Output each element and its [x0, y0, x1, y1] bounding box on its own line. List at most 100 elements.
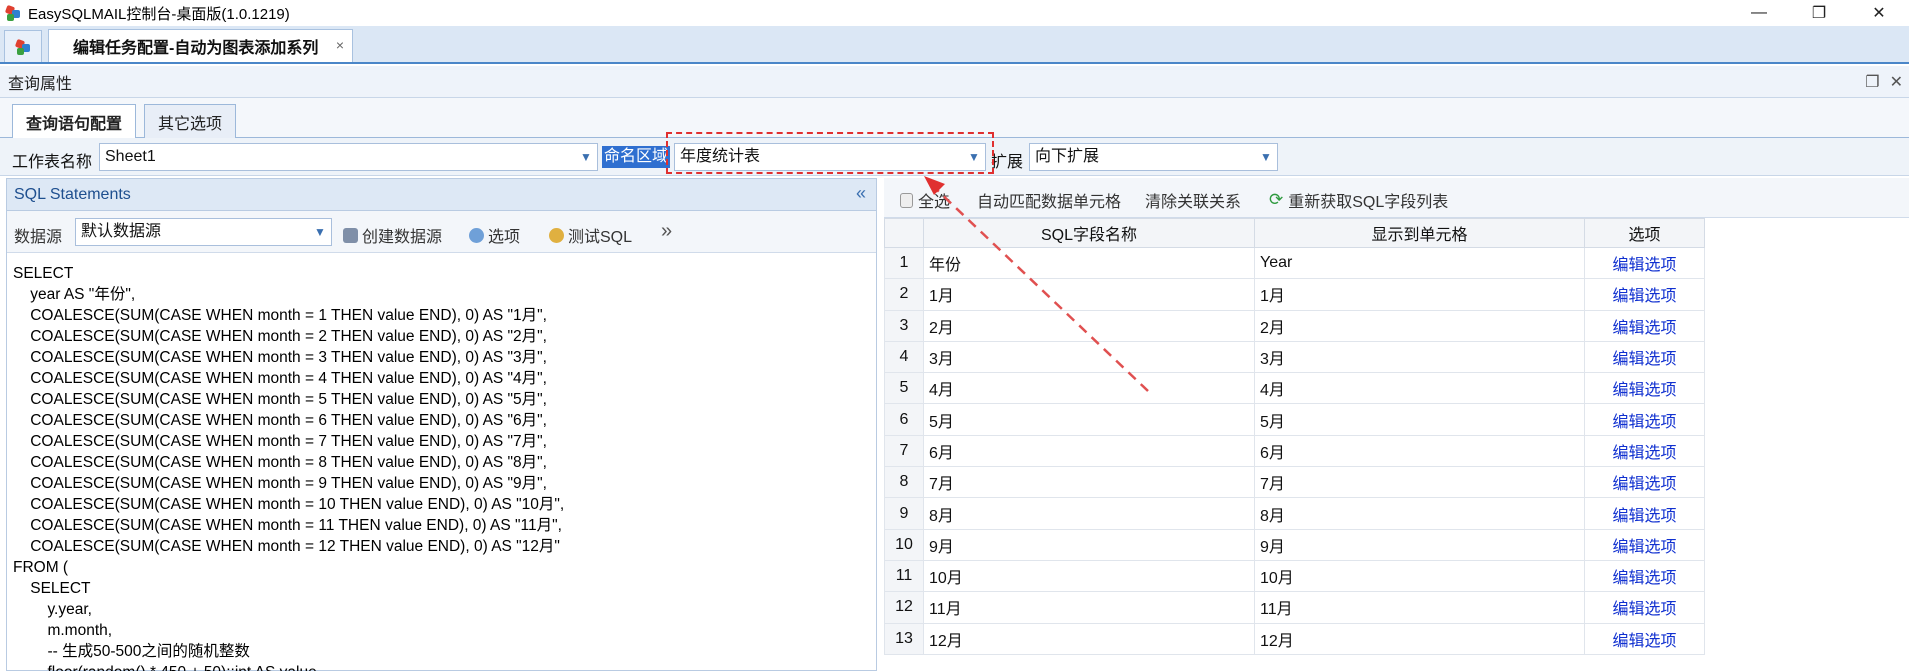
sql-field-cell[interactable]: 9月: [923, 528, 1255, 561]
code-line: -- 生成50-500之间的随机整数: [13, 643, 250, 660]
column-header[interactable]: 选项: [1584, 218, 1705, 248]
test-sql-button[interactable]: 测试SQL: [549, 223, 632, 247]
sql-field-cell[interactable]: 6月: [923, 434, 1255, 468]
target-cell[interactable]: 8月: [1254, 497, 1585, 530]
datasource-select[interactable]: 默认数据源 ▼: [75, 218, 332, 246]
column-header[interactable]: 显示到单元格: [1254, 218, 1585, 248]
close-button[interactable]: ✕: [1849, 0, 1909, 26]
target-cell[interactable]: 12月: [1254, 622, 1585, 655]
target-cell[interactable]: 6月: [1254, 434, 1585, 468]
edit-options-link[interactable]: 编辑选项: [1584, 466, 1705, 499]
window-title: EasySQLMAIL控制台-桌面版(1.0.1219): [28, 5, 290, 23]
row-number-cell: 12: [884, 591, 924, 624]
expand-select[interactable]: 向下扩展 ▼: [1029, 143, 1278, 171]
chevron-down-icon: ▼: [1260, 150, 1272, 164]
edit-options-link[interactable]: 编辑选项: [1584, 278, 1705, 311]
tab-edit-task-config[interactable]: 编辑任务配置-自动为图表添加系列 ×: [48, 29, 353, 62]
collapse-left-icon[interactable]: «: [856, 183, 866, 204]
sql-field-cell[interactable]: 12月: [923, 622, 1255, 655]
panel-close-icon[interactable]: ✕: [1890, 72, 1903, 92]
home-tab[interactable]: [4, 30, 42, 62]
datasource-value: 默认数据源: [81, 223, 162, 240]
target-cell[interactable]: Year: [1254, 246, 1585, 280]
sql-field-cell[interactable]: 2月: [923, 309, 1255, 342]
code-line: SELECT: [13, 265, 74, 282]
column-header[interactable]: SQL字段名称: [923, 218, 1255, 248]
sql-editor[interactable]: SELECT year AS "年份", COALESCE(SUM(CASE W…: [13, 263, 873, 671]
edit-options-link[interactable]: 编辑选项: [1584, 591, 1705, 624]
table-row[interactable]: 1 年份 Year 编辑选项: [884, 246, 1705, 280]
target-cell[interactable]: 3月: [1254, 340, 1585, 374]
row-number-cell: 6: [884, 403, 924, 436]
edit-options-link[interactable]: 编辑选项: [1584, 340, 1705, 374]
table-row[interactable]: 9 8月 8月 编辑选项: [884, 497, 1705, 530]
test-sql-label: 测试SQL: [568, 229, 633, 246]
table-row[interactable]: 7 6月 6月 编辑选项: [884, 434, 1705, 468]
edit-options-link[interactable]: 编辑选项: [1584, 403, 1705, 436]
tab-query-config[interactable]: 查询语句配置: [12, 104, 136, 139]
code-line: y.year,: [13, 601, 92, 618]
row-number-cell: 7: [884, 434, 924, 468]
code-line: COALESCE(SUM(CASE WHEN month = 5 THEN va…: [13, 391, 547, 408]
select-all-button[interactable]: 全选: [900, 188, 950, 212]
sql-field-cell[interactable]: 11月: [923, 591, 1255, 624]
row-number-header: [884, 218, 924, 248]
target-cell[interactable]: 1月: [1254, 278, 1585, 311]
tools-icon: [469, 227, 484, 243]
row-number-cell: 10: [884, 528, 924, 561]
sql-field-cell[interactable]: 5月: [923, 403, 1255, 436]
sql-field-cell[interactable]: 8月: [923, 497, 1255, 530]
table-row[interactable]: 8 7月 7月 编辑选项: [884, 466, 1705, 499]
target-cell[interactable]: 9月: [1254, 528, 1585, 561]
code-line: COALESCE(SUM(CASE WHEN month = 4 THEN va…: [13, 370, 547, 387]
edit-options-link[interactable]: 编辑选项: [1584, 309, 1705, 342]
restore-button[interactable]: ❐: [1789, 0, 1849, 26]
table-row[interactable]: 6 5月 5月 编辑选项: [884, 403, 1705, 436]
code-line: COALESCE(SUM(CASE WHEN month = 7 THEN va…: [13, 433, 547, 450]
table-row[interactable]: 2 1月 1月 编辑选项: [884, 278, 1705, 311]
code-line: COALESCE(SUM(CASE WHEN month = 11 THEN v…: [13, 517, 562, 534]
options-button[interactable]: 选项: [469, 223, 520, 247]
sql-field-cell[interactable]: 3月: [923, 340, 1255, 374]
highlight-box: [666, 132, 994, 174]
edit-options-link[interactable]: 编辑选项: [1584, 622, 1705, 655]
refresh-icon: ⟳: [1269, 190, 1284, 209]
panel-restore-icon[interactable]: ❐: [1865, 72, 1879, 92]
target-cell[interactable]: 7月: [1254, 466, 1585, 499]
row-number-cell: 1: [884, 246, 924, 280]
target-cell[interactable]: 11月: [1254, 591, 1585, 624]
sql-field-cell[interactable]: 10月: [923, 559, 1255, 593]
edit-options-link[interactable]: 编辑选项: [1584, 246, 1705, 280]
table-row[interactable]: 11 10月 10月 编辑选项: [884, 559, 1705, 593]
minimize-button[interactable]: —: [1729, 0, 1789, 26]
target-cell[interactable]: 5月: [1254, 403, 1585, 436]
copy-icon: [900, 192, 913, 208]
clear-links-button[interactable]: 清除关联关系: [1145, 188, 1241, 212]
edit-options-link[interactable]: 编辑选项: [1584, 372, 1705, 405]
sql-field-cell[interactable]: 4月: [923, 372, 1255, 405]
more-tools-icon[interactable]: »: [661, 220, 672, 243]
tab-other-options[interactable]: 其它选项: [144, 104, 236, 138]
sql-field-cell[interactable]: 7月: [923, 466, 1255, 499]
tab-close-icon[interactable]: ×: [336, 37, 344, 53]
target-cell[interactable]: 2月: [1254, 309, 1585, 342]
target-cell[interactable]: 10月: [1254, 559, 1585, 593]
table-row[interactable]: 5 4月 4月 编辑选项: [884, 372, 1705, 405]
table-row[interactable]: 13 12月 12月 编辑选项: [884, 622, 1705, 655]
code-line: COALESCE(SUM(CASE WHEN month = 9 THEN va…: [13, 475, 547, 492]
table-row[interactable]: 3 2月 2月 编辑选项: [884, 309, 1705, 342]
edit-options-link[interactable]: 编辑选项: [1584, 528, 1705, 561]
refresh-fields-button[interactable]: ⟳ 重新获取SQL字段列表: [1269, 188, 1448, 212]
sql-field-cell[interactable]: 年份: [923, 246, 1255, 280]
table-row[interactable]: 4 3月 3月 编辑选项: [884, 340, 1705, 374]
auto-match-button[interactable]: 自动匹配数据单元格: [977, 188, 1121, 212]
table-row[interactable]: 12 11月 11月 编辑选项: [884, 591, 1705, 624]
sql-field-cell[interactable]: 1月: [923, 278, 1255, 311]
sheet-name-select[interactable]: Sheet1 ▼: [99, 143, 598, 171]
edit-options-link[interactable]: 编辑选项: [1584, 559, 1705, 593]
table-row[interactable]: 10 9月 9月 编辑选项: [884, 528, 1705, 561]
edit-options-link[interactable]: 编辑选项: [1584, 434, 1705, 468]
create-datasource-button[interactable]: 创建数据源: [343, 223, 442, 247]
edit-options-link[interactable]: 编辑选项: [1584, 497, 1705, 530]
target-cell[interactable]: 4月: [1254, 372, 1585, 405]
